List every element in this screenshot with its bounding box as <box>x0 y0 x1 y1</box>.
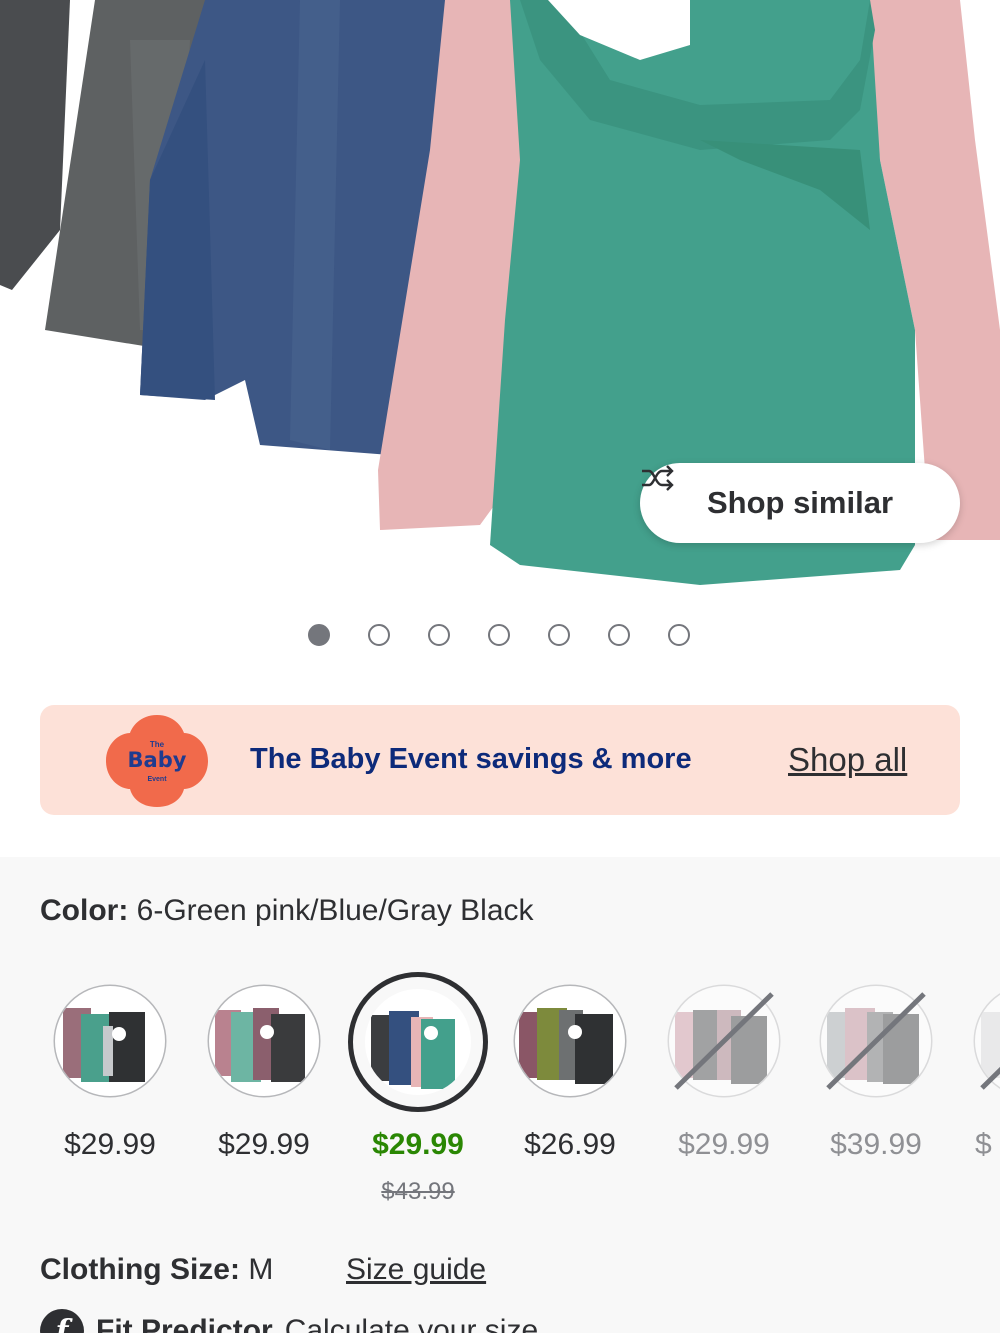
unavailable-slash-icon <box>674 992 774 1090</box>
swatch-thumbnail <box>55 986 165 1096</box>
swatch-thumbnail <box>365 989 471 1095</box>
color-swatch-list: $29.99 $29.99 $29.99 $43.99 $26.99 $29.9… <box>0 972 1000 1222</box>
shop-all-link[interactable]: Shop all <box>788 741 907 779</box>
pager-dot[interactable] <box>668 624 690 646</box>
variant-options-panel: Color: 6-Green pink/Blue/Gray Black $29.… <box>0 857 1000 1333</box>
color-swatch-unavailable[interactable]: $ <box>960 972 1000 1202</box>
shuffle-icon <box>642 465 674 491</box>
size-selection: Clothing Size: M <box>40 1253 273 1287</box>
size-label: Clothing Size: <box>40 1253 240 1286</box>
logo-text-event: Event <box>147 776 167 783</box>
fit-predictor-label: Fit Predictor <box>96 1314 273 1333</box>
swatch-thumbnail <box>209 986 319 1096</box>
color-label: Color: <box>40 894 129 927</box>
fit-predictor-icon: f <box>40 1309 84 1333</box>
unavailable-slash-icon <box>826 992 926 1090</box>
image-pager <box>308 624 690 646</box>
swatch-thumbnail <box>515 986 625 1096</box>
color-swatch-unavailable[interactable]: $29.99 <box>654 972 794 1202</box>
color-swatch-unavailable[interactable]: $39.99 <box>806 972 946 1202</box>
swatch-price: $29.99 <box>64 1128 156 1161</box>
swatch-price: $39.99 <box>830 1128 922 1161</box>
pager-dot[interactable] <box>608 624 630 646</box>
swatch-price: $26.99 <box>524 1128 616 1161</box>
shop-similar-label: Shop similar <box>706 485 894 520</box>
fit-predictor-text: Calculate your size <box>284 1314 539 1333</box>
promo-text: The Baby Event savings & more <box>250 743 692 775</box>
color-swatch[interactable]: $29.99 <box>40 972 180 1202</box>
swatch-price: $29.99 <box>678 1128 770 1161</box>
color-swatch-selected[interactable]: $29.99 $43.99 <box>348 972 488 1205</box>
size-value: M <box>248 1253 274 1286</box>
logo-text-baby: Baby <box>127 748 187 772</box>
pager-dot[interactable] <box>548 624 570 646</box>
color-swatch[interactable]: $29.99 <box>194 972 334 1202</box>
swatch-price: $29.99 <box>218 1128 310 1161</box>
swatch-was-price: $43.99 <box>381 1178 455 1205</box>
size-guide-link[interactable]: Size guide <box>346 1253 486 1287</box>
shop-similar-button[interactable]: Shop similar <box>640 463 960 543</box>
pager-dot[interactable] <box>368 624 390 646</box>
promo-banner: The Baby Event The Baby Event savings & … <box>40 705 960 815</box>
pager-dot[interactable] <box>488 624 510 646</box>
baby-event-logo: The Baby Event <box>104 713 210 809</box>
fit-predictor-row[interactable]: f Fit Predictor Calculate your size <box>40 1309 538 1333</box>
pager-dot[interactable] <box>428 624 450 646</box>
swatch-price: $29.99 <box>372 1128 464 1161</box>
swatch-price: $ <box>975 1128 992 1161</box>
unavailable-slash-icon <box>980 1066 1000 1090</box>
color-selection: Color: 6-Green pink/Blue/Gray Black <box>40 894 534 928</box>
product-image-carousel[interactable]: Shop similar <box>0 0 1000 600</box>
color-swatch[interactable]: $26.99 <box>500 972 640 1202</box>
pager-dot[interactable] <box>308 624 330 646</box>
color-value: 6-Green pink/Blue/Gray Black <box>136 894 534 927</box>
